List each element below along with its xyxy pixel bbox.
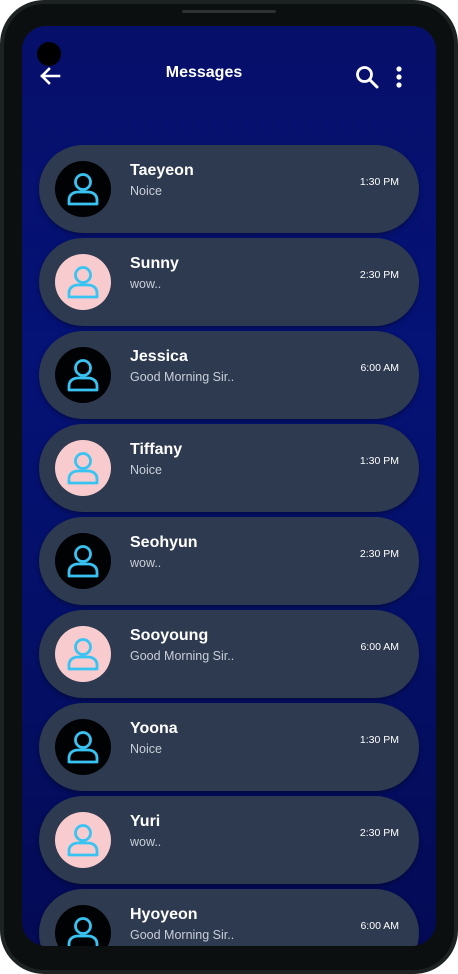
avatar: [55, 626, 111, 682]
conversation-item[interactable]: Tiffany Noice 1:30 PM: [39, 424, 419, 512]
contact-name: Tiffany: [130, 441, 183, 458]
conversation-list: Taeyeon Noice 1:30 PM Sunny wow.. 2:30 P…: [39, 145, 419, 946]
message-time: 6:00 AM: [360, 920, 399, 932]
person-icon: [67, 917, 99, 946]
message-time: 1:30 PM: [359, 455, 399, 467]
message-preview: wow..: [130, 556, 162, 570]
conversation-item[interactable]: Yoona Noice 1:30 PM: [39, 703, 419, 791]
person-icon: [67, 824, 99, 857]
message-preview: Good Morning Sir..: [130, 928, 235, 942]
conversation-item[interactable]: Sunny wow.. 2:30 PM: [39, 238, 419, 326]
conversation-item[interactable]: Seohyun wow.. 2:30 PM: [39, 517, 419, 605]
message-time: 1:30 PM: [359, 734, 399, 746]
message-preview: wow..: [130, 277, 162, 291]
avatar: [55, 347, 111, 403]
app-bar: Messages: [22, 26, 436, 126]
contact-name: Taeyeon: [130, 162, 194, 179]
search-icon: [356, 66, 379, 89]
contact-name: Sooyoung: [130, 627, 209, 644]
contact-name: Jessica: [130, 348, 188, 365]
conversation-item[interactable]: Taeyeon Noice 1:30 PM: [39, 145, 419, 233]
message-time: 6:00 AM: [360, 641, 399, 653]
message-preview: Good Morning Sir..: [130, 649, 235, 663]
avatar: [55, 719, 111, 775]
earpiece-speaker: [182, 10, 276, 13]
more-vertical-icon: [396, 66, 402, 88]
contact-name: Seohyun: [130, 534, 198, 551]
avatar: [55, 440, 111, 496]
contact-name: Sunny: [130, 255, 179, 272]
contact-name: Yoona: [130, 720, 178, 737]
conversation-item[interactable]: Yuri wow.. 2:30 PM: [39, 796, 419, 884]
person-icon: [67, 173, 99, 206]
search-button[interactable]: [352, 62, 382, 92]
message-preview: Noice: [130, 463, 162, 477]
screen: Messages Taeyeon Noice 1:30 PM Sunny wow…: [22, 26, 436, 946]
person-icon: [67, 545, 99, 578]
person-icon: [67, 359, 99, 392]
person-icon: [67, 731, 99, 764]
more-options-button[interactable]: [388, 62, 410, 92]
message-time: 2:30 PM: [359, 269, 399, 281]
avatar: [55, 254, 111, 310]
conversation-item[interactable]: Hyoyeon Good Morning Sir.. 6:00 AM: [39, 889, 419, 946]
front-camera: [37, 42, 61, 66]
contact-name: Hyoyeon: [130, 906, 198, 923]
message-time: 6:00 AM: [360, 362, 399, 374]
message-time: 1:30 PM: [359, 176, 399, 188]
avatar: [55, 905, 111, 946]
title-area: Messages: [22, 26, 386, 126]
message-time: 2:30 PM: [359, 827, 399, 839]
conversation-item[interactable]: Jessica Good Morning Sir.. 6:00 AM: [39, 331, 419, 419]
page-title: Messages: [165, 64, 243, 81]
person-icon: [67, 452, 99, 485]
phone-frame: Messages Taeyeon Noice 1:30 PM Sunny wow…: [0, 0, 458, 974]
message-preview: Good Morning Sir..: [130, 370, 235, 384]
message-preview: Noice: [130, 184, 162, 198]
avatar: [55, 812, 111, 868]
message-time: 2:30 PM: [359, 548, 399, 560]
contact-name: Yuri: [130, 813, 161, 830]
message-preview: Noice: [130, 742, 162, 756]
conversation-item[interactable]: Sooyoung Good Morning Sir.. 6:00 AM: [39, 610, 419, 698]
message-preview: wow..: [130, 835, 162, 849]
person-icon: [67, 638, 99, 671]
avatar: [55, 533, 111, 589]
person-icon: [67, 266, 99, 299]
avatar: [55, 161, 111, 217]
